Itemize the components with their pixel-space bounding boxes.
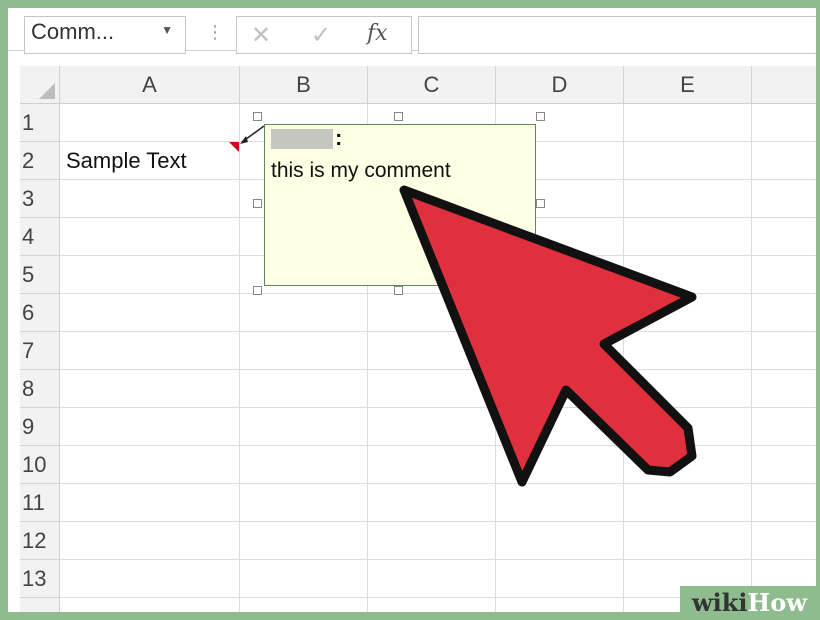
watermark-wiki: wiki: [692, 588, 748, 617]
watermark-how: How: [747, 588, 807, 617]
pointer-arrow-icon: [399, 185, 697, 487]
wikihow-watermark: wikiHow: [680, 586, 820, 620]
